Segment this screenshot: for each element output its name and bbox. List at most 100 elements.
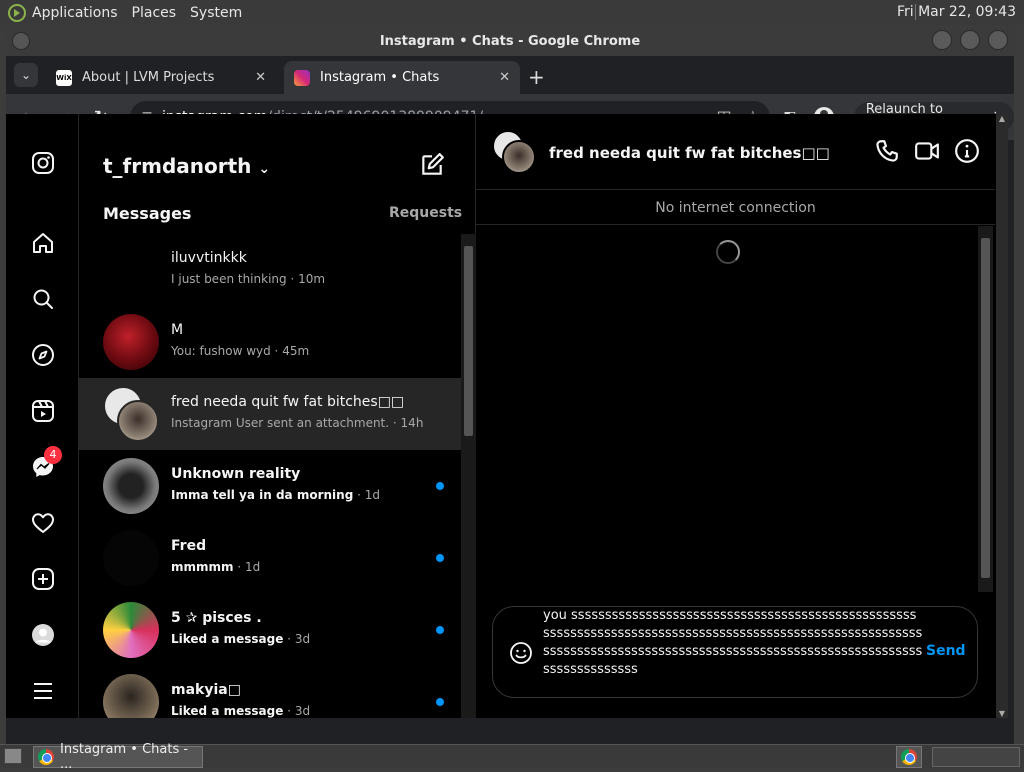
avatar bbox=[103, 242, 159, 298]
conversation-preview: Instagram User sent an attachment. · 14h bbox=[171, 416, 424, 430]
window-title: Instagram • Chats - Google Chrome bbox=[379, 33, 641, 49]
avatar bbox=[103, 602, 159, 658]
close-window-button[interactable] bbox=[988, 30, 1008, 50]
system-menu[interactable]: System bbox=[190, 5, 242, 21]
profile-avatar-icon[interactable] bbox=[30, 622, 56, 648]
conversation-item[interactable]: M You: fushow wyd · 45m bbox=[79, 306, 461, 378]
window-menu-button[interactable] bbox=[12, 32, 30, 50]
show-desktop-button[interactable] bbox=[4, 748, 22, 764]
conversation-name: M bbox=[171, 322, 184, 338]
window-titlebar[interactable]: Instagram • Chats - Google Chrome bbox=[6, 26, 1014, 56]
tab-instagram-chats[interactable]: Instagram • Chats ✕ bbox=[284, 61, 520, 94]
instagram-page: 4 t_frmdanorth ⌄ Messages Requests iluvv… bbox=[6, 114, 1002, 718]
conversation-preview: Liked a message · 3d bbox=[171, 632, 311, 646]
tab-strip: ⌄ WiX About | LVM Projects ✕ Instagram •… bbox=[6, 56, 1014, 94]
conversation-preview: mmmmm · 1d bbox=[171, 560, 261, 574]
instagram-favicon-icon bbox=[294, 69, 310, 86]
distro-logo-icon[interactable] bbox=[8, 3, 26, 22]
group-avatar bbox=[103, 386, 159, 442]
taskbar: Instagram • Chats - ... bbox=[0, 742, 1024, 772]
system-panel: Applications Places System Fri Mar 22, 0… bbox=[0, 0, 1024, 25]
conversation-preview: Liked a message · 3d bbox=[171, 704, 311, 718]
page-scrollbar[interactable]: ▲ ▼ bbox=[996, 114, 1008, 718]
workspace-switcher[interactable] bbox=[932, 747, 1020, 767]
inbox-scrollbar[interactable] bbox=[461, 234, 476, 718]
places-menu[interactable]: Places bbox=[132, 5, 177, 21]
applications-menu[interactable]: Applications bbox=[32, 5, 118, 21]
username: t_frmdanorth bbox=[103, 154, 252, 178]
message-input[interactable]: you ssssssssssssssssssssssssssssssssssss… bbox=[543, 607, 923, 679]
tab-search-button[interactable]: ⌄ bbox=[14, 63, 38, 87]
unread-indicator bbox=[436, 482, 444, 490]
tab-title: Instagram • Chats bbox=[320, 70, 440, 85]
conversation-item[interactable]: 5 ✰ pisces . Liked a message · 3d bbox=[79, 594, 461, 666]
conversation-name: Fred bbox=[171, 538, 207, 554]
chevron-down-icon: ⌄ bbox=[258, 161, 271, 177]
avatar bbox=[103, 458, 159, 514]
create-plus-icon[interactable] bbox=[30, 566, 56, 592]
conversation-preview: Imma tell ya in da morning · 1d bbox=[171, 488, 380, 502]
connection-status-banner: No internet connection bbox=[476, 191, 995, 225]
info-icon[interactable] bbox=[954, 138, 980, 168]
home-icon[interactable] bbox=[30, 230, 56, 256]
phone-call-icon[interactable] bbox=[874, 138, 900, 168]
new-message-button[interactable] bbox=[419, 152, 445, 182]
avatar bbox=[103, 530, 159, 586]
compose-pencil-icon bbox=[422, 153, 444, 175]
new-tab-button[interactable]: + bbox=[528, 65, 545, 89]
conversation-item[interactable]: Unknown reality Imma tell ya in da morni… bbox=[79, 450, 461, 522]
unread-indicator bbox=[436, 554, 444, 562]
chrome-icon bbox=[901, 749, 917, 765]
conversation-name: iluvvtinkkk bbox=[171, 250, 247, 266]
clock[interactable]: Fri Mar 22, 09:43 bbox=[897, 4, 1016, 20]
explore-compass-icon[interactable] bbox=[30, 342, 56, 368]
conversation-name: fred needa quit fw fat bitches□□ bbox=[171, 394, 405, 410]
chevron-down-icon: ⌄ bbox=[20, 68, 32, 82]
conversation-preview: I just been thinking · 10m bbox=[171, 272, 326, 286]
emoji-button[interactable] bbox=[509, 641, 533, 669]
conversation-item[interactable]: iluvvtinkkk I just been thinking · 10m bbox=[79, 234, 461, 306]
close-icon[interactable]: ✕ bbox=[499, 70, 510, 85]
conversation-name: 5 ✰ pisces . bbox=[171, 610, 262, 626]
chrome-icon bbox=[38, 749, 54, 765]
conversation-item[interactable]: makyia□ Liked a message · 3d bbox=[79, 666, 461, 718]
avatar bbox=[103, 674, 159, 718]
message-composer[interactable]: you ssssssssssssssssssssssssssssssssssss… bbox=[492, 606, 978, 698]
reels-icon[interactable] bbox=[30, 398, 56, 424]
tray-chrome-button[interactable] bbox=[896, 746, 922, 768]
chat-group-avatar[interactable] bbox=[492, 130, 536, 174]
tab-title: About | LVM Projects bbox=[82, 70, 215, 85]
conversation-preview: You: fushow wyd · 45m bbox=[171, 344, 310, 358]
loading-spinner-icon bbox=[716, 240, 740, 264]
instagram-logo-icon[interactable] bbox=[30, 150, 56, 176]
inbox-panel: t_frmdanorth ⌄ Messages Requests iluvvti… bbox=[79, 114, 476, 718]
close-icon[interactable]: ✕ bbox=[255, 70, 266, 85]
chat-panel: fred needa quit fw fat bitches□□ No inte… bbox=[476, 114, 1002, 718]
conversation-item-selected[interactable]: fred needa quit fw fat bitches□□ Instagr… bbox=[79, 378, 461, 450]
notification-badge: 4 bbox=[44, 446, 62, 464]
scrollbar-thumb[interactable] bbox=[464, 246, 473, 436]
minimize-button[interactable] bbox=[932, 30, 952, 50]
chat-title[interactable]: fred needa quit fw fat bitches□□ bbox=[549, 144, 830, 162]
tab-lvm-projects[interactable]: WiX About | LVM Projects ✕ bbox=[46, 61, 276, 94]
conversation-item[interactable]: Fred mmmmm · 1d bbox=[79, 522, 461, 594]
chat-scrollbar[interactable] bbox=[978, 226, 993, 592]
wix-favicon-icon: WiX bbox=[56, 69, 72, 86]
send-button[interactable]: Send bbox=[926, 643, 966, 659]
scroll-up-icon[interactable]: ▲ bbox=[996, 114, 1008, 123]
taskbar-window-button[interactable]: Instagram • Chats - ... bbox=[33, 742, 203, 772]
requests-link[interactable]: Requests bbox=[389, 205, 462, 221]
avatar bbox=[103, 314, 159, 370]
conversation-name: Unknown reality bbox=[171, 466, 301, 482]
smiley-icon bbox=[510, 642, 532, 664]
heart-icon[interactable] bbox=[30, 510, 56, 536]
scroll-down-icon[interactable]: ▼ bbox=[996, 709, 1008, 718]
search-icon[interactable] bbox=[30, 286, 56, 312]
messages-heading: Messages bbox=[103, 204, 192, 223]
scrollbar-thumb[interactable] bbox=[981, 238, 990, 578]
unread-indicator bbox=[436, 626, 444, 634]
more-menu-icon[interactable] bbox=[30, 678, 56, 704]
video-call-icon[interactable] bbox=[914, 138, 940, 168]
account-switcher[interactable]: t_frmdanorth ⌄ bbox=[103, 154, 270, 178]
maximize-button[interactable] bbox=[960, 30, 980, 50]
